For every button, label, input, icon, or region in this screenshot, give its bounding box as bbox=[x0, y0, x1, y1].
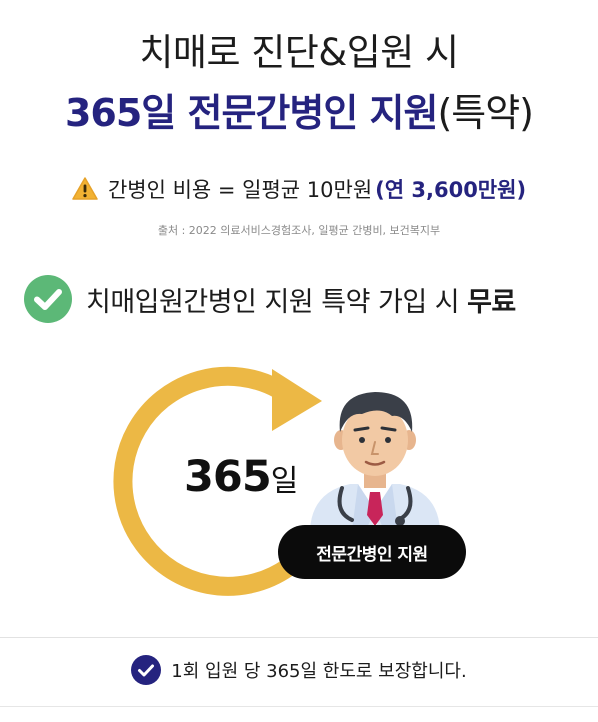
coverage-note: 1회 입원 당 365일 한도로 보장합니다. bbox=[0, 655, 598, 685]
benefit-emphasis: 무료 bbox=[467, 286, 516, 318]
days-label: 365일 bbox=[184, 452, 299, 502]
days-unit: 일 bbox=[270, 464, 299, 499]
support-badge: 전문간병인 지원 bbox=[278, 525, 466, 579]
source-note: 출처 : 2022 의료서비스경험조사, 일평균 간병비, 보건복지부 bbox=[157, 224, 441, 237]
benefit-text: 치매입원간병인 지원 특약 가입 시 bbox=[86, 286, 460, 318]
check-circle-icon bbox=[24, 275, 72, 323]
page-title: 치매로 진단&입원 시 bbox=[139, 31, 459, 74]
days-number: 365 bbox=[184, 452, 272, 502]
benefit-line: 치매입원간병인 지원 특약 가입 시 무료 bbox=[24, 275, 516, 323]
check-icon bbox=[131, 655, 162, 685]
cost-yearly: (연 3,600만원) bbox=[375, 178, 527, 202]
page-subtitle: 365일 전문간병인 지원(특약) bbox=[0, 82, 598, 137]
bottom-divider bbox=[0, 706, 598, 707]
subtitle-suffix: (특약) bbox=[437, 91, 534, 135]
doctor-icon bbox=[310, 392, 440, 530]
section-divider bbox=[0, 637, 598, 638]
cost-line: 간병인 비용 = 일평균 10만원 (연 3,600만원) bbox=[0, 174, 598, 204]
cost-text: 간병인 비용 = 일평균 10만원 bbox=[107, 178, 373, 202]
subtitle-highlight: 365일 전문간병인 지원 bbox=[64, 91, 438, 135]
coverage-note-text: 1회 입원 당 365일 한도로 보장합니다. bbox=[171, 661, 467, 682]
warning-icon bbox=[72, 177, 98, 200]
